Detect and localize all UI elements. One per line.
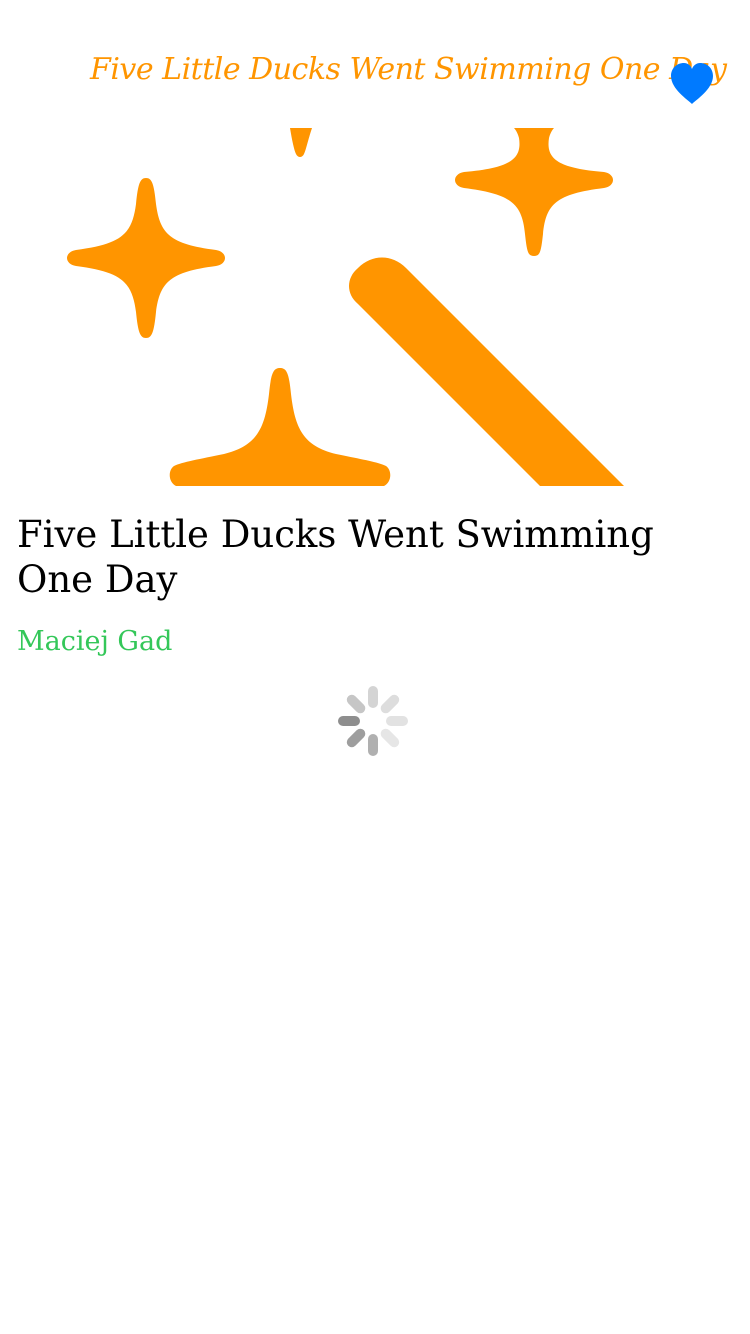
nav-title: Five Little Ducks Went Swimming One Day [90, 52, 727, 87]
book-title: Five Little Ducks Went Swimming One Day [17, 513, 654, 601]
hero-image [0, 128, 750, 486]
author-link[interactable]: Maciej Gad [17, 626, 172, 657]
heart-icon [671, 63, 713, 104]
navigation-bar: Five Little Ducks Went Swimming One Day [0, 0, 750, 128]
favorite-button[interactable] [664, 58, 720, 110]
activity-spinner-icon [336, 684, 410, 758]
magic-wand-sparkles-icon [67, 128, 624, 486]
